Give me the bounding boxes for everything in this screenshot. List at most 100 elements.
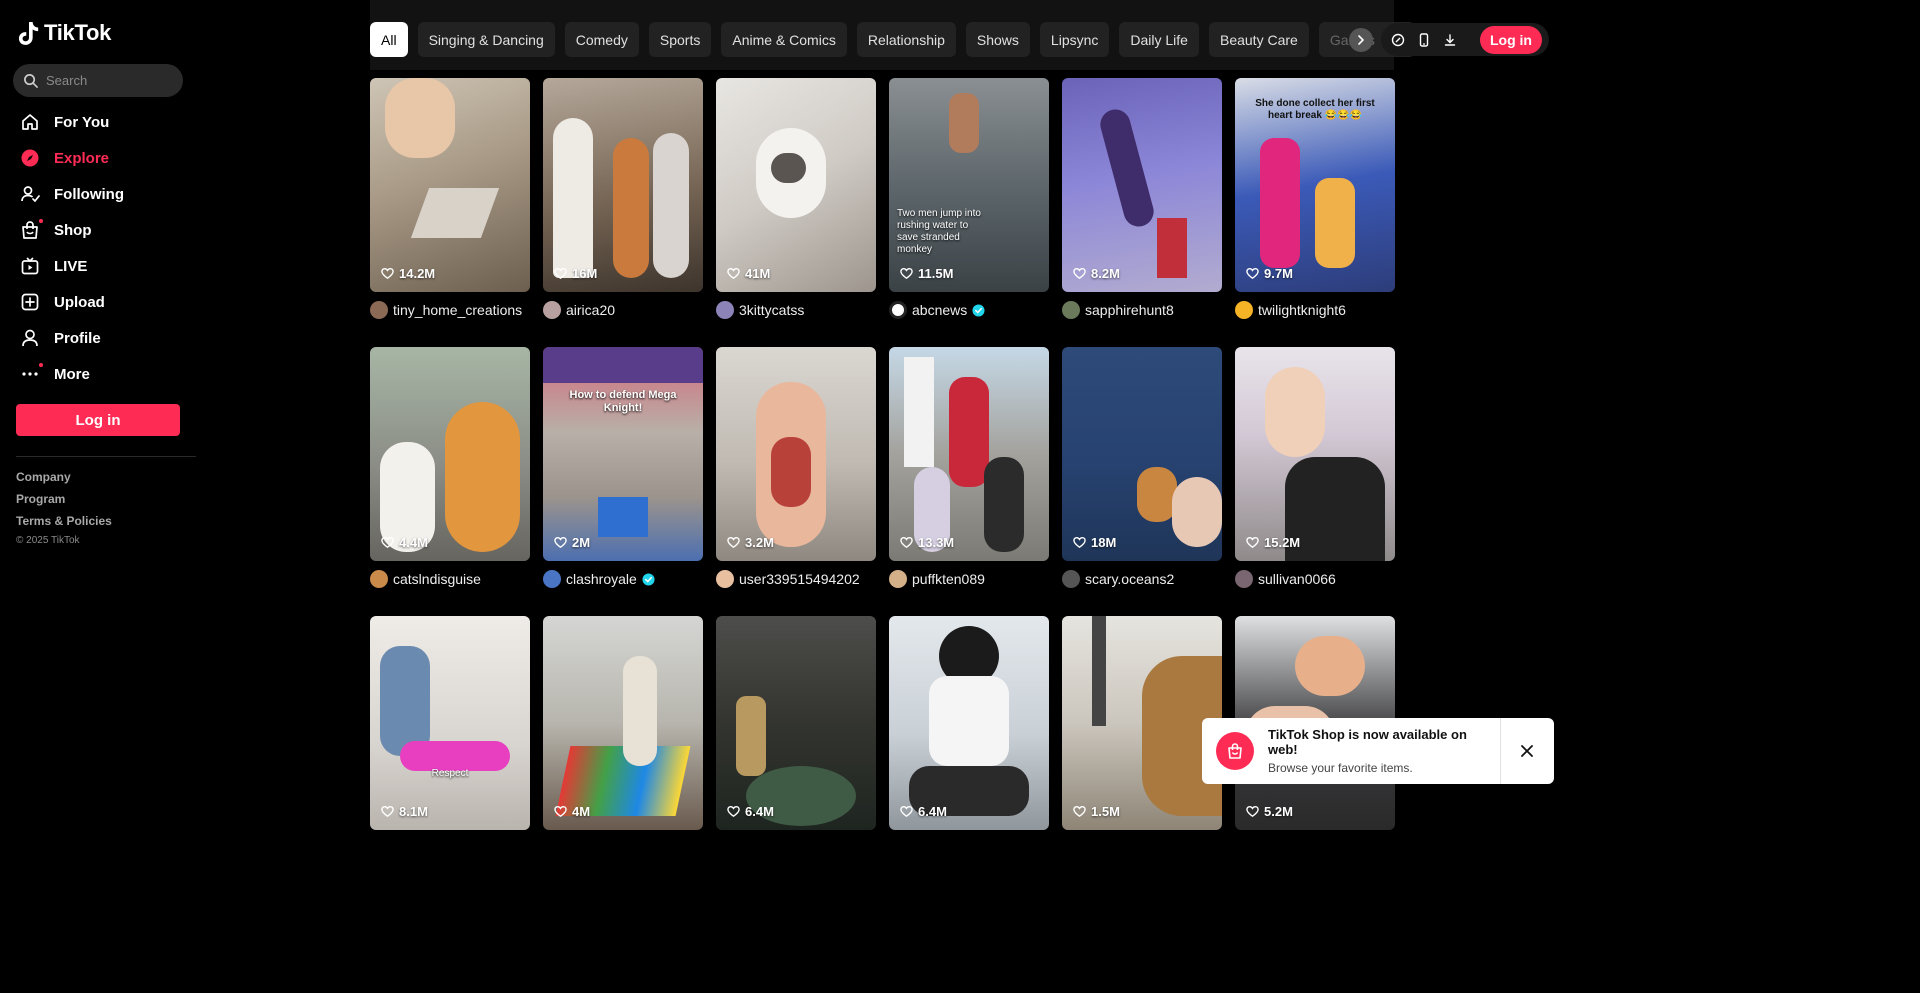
like-count-text: 8.2M <box>1091 266 1120 281</box>
category-chip-shows[interactable]: Shows <box>965 22 1030 57</box>
nav-label: Shop <box>54 221 92 239</box>
search-input[interactable] <box>46 73 166 88</box>
video-author[interactable]: tiny_home_creations <box>370 301 530 319</box>
like-count: 3.2M <box>727 535 774 550</box>
coins-icon[interactable] <box>1391 33 1405 47</box>
video-card[interactable]: 18M scary.oceans2 <box>1062 347 1222 616</box>
copyright: © 2025 TikTok <box>16 535 80 546</box>
nav-item-upload[interactable]: Upload <box>0 284 196 320</box>
video-thumbnail[interactable]: 1.5M <box>1062 616 1222 830</box>
category-chip-comedy[interactable]: Comedy <box>564 22 639 57</box>
category-chip-all[interactable]: All <box>370 22 408 57</box>
video-thumbnail[interactable]: 16M <box>543 78 703 292</box>
video-card[interactable]: She done collect her first heart break 😂… <box>1235 78 1395 347</box>
video-author[interactable]: sullivan0066 <box>1235 570 1395 588</box>
category-chip-singing-dancing[interactable]: Singing & Dancing <box>417 22 555 57</box>
video-author[interactable]: sapphirehunt8 <box>1062 301 1222 319</box>
category-chip-daily-life[interactable]: Daily Life <box>1119 22 1199 57</box>
like-count: 6.4M <box>727 804 774 819</box>
category-bar: All Singing & Dancing Comedy Sports Anim… <box>370 0 1415 70</box>
video-thumbnail[interactable]: How to defend Mega Knight! 2M <box>543 347 703 561</box>
nav-item-for-you[interactable]: For You <box>0 104 196 140</box>
video-card[interactable]: 41M 3kittycatss <box>716 78 876 347</box>
footer-link-terms[interactable]: Terms & Policies <box>16 514 112 536</box>
video-thumbnail[interactable]: 18M <box>1062 347 1222 561</box>
nav-item-profile[interactable]: Profile <box>0 320 196 356</box>
video-card[interactable]: Respect 8.1M <box>370 616 530 885</box>
video-card[interactable]: 4M <box>543 616 703 885</box>
nav-item-following[interactable]: Following <box>0 176 196 212</box>
toast-divider <box>1500 718 1501 784</box>
category-chip-anime-comics[interactable]: Anime & Comics <box>721 22 847 57</box>
video-author[interactable]: puffkten089 <box>889 570 1049 588</box>
search-bar[interactable] <box>13 64 183 97</box>
like-count-text: 4.4M <box>399 535 428 550</box>
video-card[interactable]: 8.2M sapphirehunt8 <box>1062 78 1222 347</box>
username: clashroyale <box>566 571 637 587</box>
video-author[interactable]: abcnews <box>889 301 1049 319</box>
category-chip-beauty-care[interactable]: Beauty Care <box>1208 22 1309 57</box>
heart-icon <box>1073 805 1086 817</box>
video-thumbnail[interactable]: 14.2M <box>370 78 530 292</box>
like-count-text: 2M <box>572 535 591 550</box>
header-login-button[interactable]: Log in <box>1480 26 1542 54</box>
username: puffkten089 <box>912 571 985 587</box>
video-author[interactable]: scary.oceans2 <box>1062 570 1222 588</box>
toast-subtitle: Browse your favorite items. <box>1268 761 1413 775</box>
nav-item-live[interactable]: LIVE <box>0 248 196 284</box>
mobile-app-icon[interactable] <box>1417 32 1431 47</box>
video-card[interactable]: 6.4M <box>889 616 1049 885</box>
video-author[interactable]: twilightknight6 <box>1235 301 1395 319</box>
video-thumbnail[interactable]: 6.4M <box>889 616 1049 830</box>
video-card[interactable]: 13.3M puffkten089 <box>889 347 1049 616</box>
category-chip-sports[interactable]: Sports <box>648 22 712 57</box>
video-thumbnail[interactable]: 3.2M <box>716 347 876 561</box>
video-thumbnail[interactable]: 13.3M <box>889 347 1049 561</box>
video-caption-overlay: She done collect her first heart break 😂… <box>1255 98 1375 121</box>
video-author[interactable]: catslndisguise <box>370 570 530 588</box>
video-card[interactable]: 4.4M catslndisguise <box>370 347 530 616</box>
footer-link-program[interactable]: Program <box>16 492 112 514</box>
main-nav: For You Explore Following Shop LIVE Uplo… <box>0 104 196 392</box>
video-thumbnail[interactable]: Respect 8.1M <box>370 616 530 830</box>
video-card[interactable]: 15.2M sullivan0066 <box>1235 347 1395 616</box>
sidebar-login-button[interactable]: Log in <box>16 404 180 436</box>
footer-links: Company Program Terms & Policies <box>16 470 112 536</box>
download-icon[interactable] <box>1443 33 1457 47</box>
category-chip-lipsync[interactable]: Lipsync <box>1039 22 1110 57</box>
video-card[interactable]: 14.2M tiny_home_creations <box>370 78 530 347</box>
video-card[interactable]: 3.2M user339515494202 <box>716 347 876 616</box>
video-thumbnail[interactable]: 6.4M <box>716 616 876 830</box>
video-author[interactable]: clashroyale <box>543 570 703 588</box>
nav-item-explore[interactable]: Explore <box>0 140 196 176</box>
like-count-text: 6.4M <box>918 804 947 819</box>
like-count: 1.5M <box>1073 804 1120 819</box>
category-chip-relationship[interactable]: Relationship <box>856 22 956 57</box>
toast-close-button[interactable] <box>1507 731 1547 771</box>
video-thumbnail[interactable]: 4M <box>543 616 703 830</box>
video-thumbnail[interactable]: She done collect her first heart break 😂… <box>1235 78 1395 292</box>
tiktok-logo[interactable]: TikTok <box>18 20 111 46</box>
video-thumbnail[interactable]: 41M <box>716 78 876 292</box>
heart-icon <box>381 536 394 548</box>
video-thumbnail[interactable]: Two men jump into rushing water to save … <box>889 78 1049 292</box>
video-thumbnail[interactable]: 15.2M <box>1235 347 1395 561</box>
video-author[interactable]: airica20 <box>543 301 703 319</box>
avatar <box>1062 301 1080 319</box>
category-next-button[interactable] <box>1349 28 1373 52</box>
video-thumbnail[interactable]: 4.4M <box>370 347 530 561</box>
video-card[interactable]: 6.4M <box>716 616 876 885</box>
heart-icon <box>900 536 913 548</box>
video-author[interactable]: 3kittycatss <box>716 301 876 319</box>
video-card[interactable]: 1.5M <box>1062 616 1222 885</box>
nav-item-shop[interactable]: Shop <box>0 212 196 248</box>
video-caption-overlay: How to defend Mega Knight! <box>569 389 677 414</box>
video-card[interactable]: How to defend Mega Knight! 2M clashroyal… <box>543 347 703 616</box>
video-thumbnail[interactable]: 8.2M <box>1062 78 1222 292</box>
footer-link-company[interactable]: Company <box>16 470 112 492</box>
heart-icon <box>381 267 394 279</box>
video-card[interactable]: 16M airica20 <box>543 78 703 347</box>
video-author[interactable]: user339515494202 <box>716 570 876 588</box>
video-card[interactable]: Two men jump into rushing water to save … <box>889 78 1049 347</box>
nav-item-more[interactable]: More <box>0 356 196 392</box>
